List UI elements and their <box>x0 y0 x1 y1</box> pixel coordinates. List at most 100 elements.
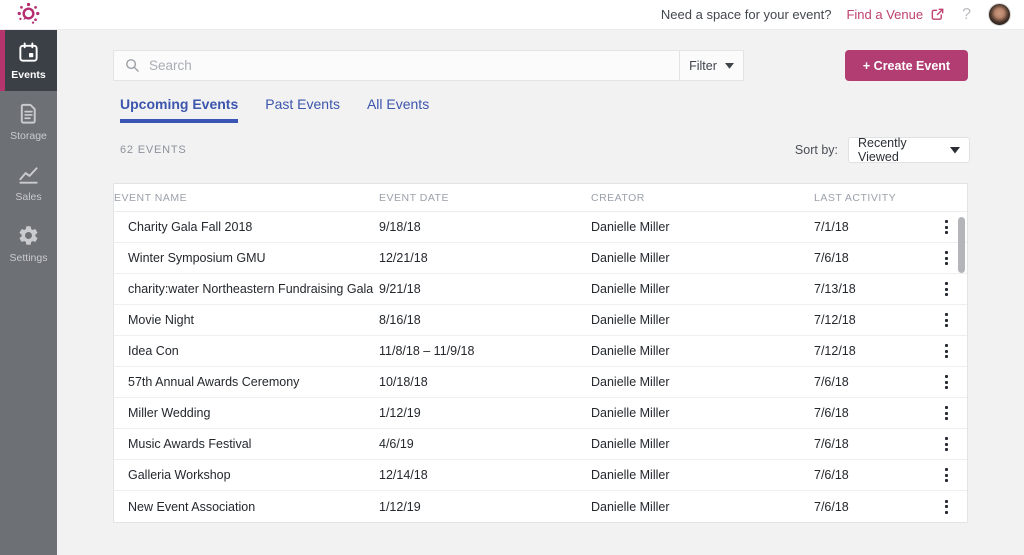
chevron-down-icon <box>950 146 960 153</box>
row-menu-button[interactable] <box>938 496 955 518</box>
chevron-down-icon <box>724 62 734 69</box>
creator-cell: Danielle Miller <box>591 220 670 234</box>
event-name-cell: Miller Wedding <box>128 406 211 420</box>
help-button[interactable]: ? <box>960 6 973 24</box>
event-name-cell: Music Awards Festival <box>128 437 252 451</box>
sort-dropdown-value: Recently Viewed <box>858 136 907 164</box>
create-event-button[interactable]: + Create Event <box>845 50 968 81</box>
creator-cell: Danielle Miller <box>591 251 670 265</box>
event-date-cell: 11/8/18 – 11/9/18 <box>379 344 475 358</box>
creator-cell: Danielle Miller <box>591 468 670 482</box>
row-menu-button[interactable] <box>938 216 955 238</box>
sidebar-item[interactable]: Settings <box>0 213 57 274</box>
main-content: Filter + Create Event Upcoming Events Pa… <box>57 30 1024 555</box>
event-name-cell: Galleria Workshop <box>128 468 231 482</box>
sidebar-item-label: Settings <box>9 251 48 264</box>
last-activity-cell: 7/6/18 <box>814 499 849 514</box>
tab-label: All Events <box>366 96 430 112</box>
external-link-icon <box>931 8 944 20</box>
table-row[interactable]: Miller Wedding 1/12/19 Danielle Miller 7… <box>114 398 967 429</box>
find-a-venue-link[interactable]: Find a Venue <box>846 7 945 22</box>
row-menu-button[interactable] <box>938 433 955 455</box>
creator-cell: Danielle Miller <box>591 282 670 296</box>
last-activity-cell: 7/6/18 <box>814 251 849 265</box>
tab-label: Past Events <box>265 96 340 112</box>
search-input[interactable] <box>149 58 668 73</box>
event-name-cell: New Event Association <box>128 499 256 514</box>
row-menu-button[interactable] <box>938 402 955 424</box>
brand-logo[interactable] <box>15 1 42 28</box>
last-activity-cell: 7/13/18 <box>814 282 856 296</box>
event-name-cell: Winter Symposium GMU <box>128 251 266 265</box>
creator-cell: Danielle Miller <box>591 499 670 514</box>
creator-cell: Danielle Miller <box>591 375 670 389</box>
sidebar-item-label: Events <box>11 68 46 81</box>
table-row[interactable]: Galleria Workshop 12/14/18 Danielle Mill… <box>114 460 967 491</box>
sidebar-item[interactable]: Sales <box>0 152 57 213</box>
last-activity-cell: 7/6/18 <box>814 406 849 420</box>
events-table: EVENT NAME EVENT DATE CREATOR LAST ACTIV… <box>113 183 968 523</box>
sort-by-label: Sort by: <box>794 143 838 157</box>
toolbar: Filter + Create Event <box>113 50 968 81</box>
creator-cell: Danielle Miller <box>591 344 670 358</box>
search-box[interactable] <box>113 50 680 81</box>
last-activity-cell: 7/6/18 <box>814 437 849 451</box>
last-activity-cell: 7/1/18 <box>814 220 849 234</box>
event-date-cell: 9/18/18 <box>379 220 421 234</box>
row-menu-button[interactable] <box>938 371 955 393</box>
event-name-cell: Idea Con <box>128 344 179 358</box>
row-menu-button[interactable] <box>938 247 955 269</box>
table-row[interactable]: charity:water Northeastern Fundraising G… <box>114 274 967 305</box>
search-icon <box>126 59 139 72</box>
event-date-cell: 1/12/19 <box>379 499 421 514</box>
column-header: CREATOR <box>591 191 645 204</box>
row-menu-button[interactable] <box>938 278 955 300</box>
event-name-cell: 57th Annual Awards Ceremony <box>128 375 300 389</box>
sort-control: Sort by: Recently Viewed <box>794 136 970 164</box>
tab[interactable]: All Events <box>367 96 429 123</box>
event-date-cell: 9/21/18 <box>379 282 421 296</box>
event-date-cell: 12/21/18 <box>379 251 428 265</box>
sort-dropdown[interactable]: Recently Viewed <box>848 136 970 164</box>
chart-icon <box>17 163 40 186</box>
event-name-cell: Movie Night <box>128 313 194 327</box>
table-header: EVENT NAME EVENT DATE CREATOR LAST ACTIV… <box>114 184 967 212</box>
table-row[interactable]: 57th Annual Awards Ceremony 10/18/18 Dan… <box>114 367 967 398</box>
row-menu-button[interactable] <box>938 309 955 331</box>
last-activity-cell: 7/12/18 <box>814 344 856 358</box>
table-scrollbar[interactable] <box>958 217 965 273</box>
tab[interactable]: Past Events <box>265 96 340 123</box>
avatar[interactable] <box>988 3 1011 26</box>
table-row[interactable]: Charity Gala Fall 2018 9/18/18 Danielle … <box>114 212 967 243</box>
table-row[interactable]: Music Awards Festival 4/6/19 Danielle Mi… <box>114 429 967 460</box>
row-menu-button[interactable] <box>938 464 955 486</box>
sidebar-item-label: Sales <box>15 190 42 203</box>
event-date-cell: 8/16/18 <box>379 313 421 327</box>
creator-cell: Danielle Miller <box>591 313 670 327</box>
sidebar-item[interactable]: Events <box>0 30 57 91</box>
table-row[interactable]: Idea Con 11/8/18 – 11/9/18 Danielle Mill… <box>114 336 967 367</box>
creator-cell: Danielle Miller <box>591 406 670 420</box>
sidebar: Events Storage Sales Settings <box>0 30 57 555</box>
event-name-cell: charity:water Northeastern Fundraising G… <box>128 282 374 296</box>
find-a-venue-label: Find a Venue <box>846 7 924 22</box>
table-row[interactable]: Winter Symposium GMU 12/21/18 Danielle M… <box>114 243 967 274</box>
event-date-cell: 12/14/18 <box>379 468 428 482</box>
last-activity-cell: 7/12/18 <box>814 313 856 327</box>
calendar-icon <box>17 41 40 64</box>
row-menu-button[interactable] <box>938 340 955 362</box>
table-row[interactable]: Movie Night 8/16/18 Danielle Miller 7/12… <box>114 305 967 336</box>
gear-icon <box>17 224 40 247</box>
sidebar-item[interactable]: Storage <box>0 91 57 152</box>
table-row[interactable]: New Event Association 1/12/19 Danielle M… <box>114 491 967 522</box>
event-count: 62 EVENTS <box>120 144 187 156</box>
sunburst-logo-icon <box>17 2 40 24</box>
tab[interactable]: Upcoming Events <box>120 96 239 123</box>
last-activity-cell: 7/6/18 <box>814 468 849 482</box>
filter-button[interactable]: Filter <box>680 50 744 81</box>
event-date-cell: 1/12/19 <box>379 406 421 420</box>
creator-cell: Danielle Miller <box>591 437 670 451</box>
column-header: EVENT DATE <box>379 191 449 204</box>
sidebar-item-label: Storage <box>10 129 47 142</box>
filter-label: Filter <box>689 58 717 73</box>
